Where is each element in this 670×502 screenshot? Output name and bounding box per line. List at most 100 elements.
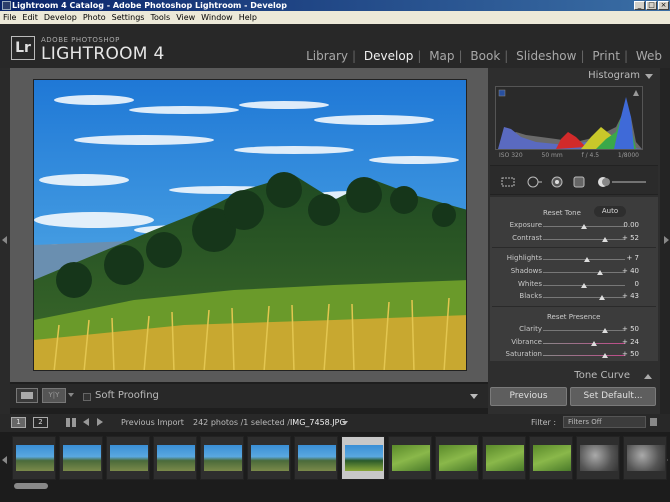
menu-file[interactable]: File bbox=[0, 11, 19, 24]
filmstrip-thumbnail[interactable] bbox=[59, 436, 103, 480]
slider-track-saturation[interactable] bbox=[543, 355, 625, 356]
screen-1-button[interactable]: 1 bbox=[11, 417, 26, 428]
module-slideshow[interactable]: Slideshow bbox=[516, 49, 576, 63]
set-default-button[interactable]: Set Default... bbox=[570, 387, 656, 406]
slider-handle-vibrance[interactable] bbox=[590, 341, 597, 346]
slider-value-whites[interactable]: 0 bbox=[617, 280, 639, 288]
filter-select[interactable]: Filters Off bbox=[563, 416, 646, 428]
slider-handle-blacks[interactable] bbox=[599, 295, 606, 300]
thumbnail-image bbox=[157, 445, 195, 471]
histogram-graph[interactable] bbox=[495, 86, 643, 150]
filmstrip-thumbnail[interactable] bbox=[623, 436, 667, 480]
menu-edit[interactable]: Edit bbox=[19, 11, 41, 24]
histogram-title[interactable]: Histogram bbox=[490, 70, 640, 81]
slider-handle-contrast[interactable] bbox=[602, 237, 609, 242]
right-panel-toggle-icon[interactable] bbox=[664, 236, 669, 244]
forward-arrow-icon[interactable] bbox=[97, 418, 103, 426]
loupe-icon bbox=[21, 392, 33, 399]
slider-handle-exposure[interactable] bbox=[581, 224, 587, 229]
menu-develop[interactable]: Develop bbox=[41, 11, 80, 24]
menu-tools[interactable]: Tools bbox=[147, 11, 173, 24]
iso-value: ISO 320 bbox=[499, 152, 523, 159]
filter-lock-icon[interactable] bbox=[650, 418, 657, 426]
thumbnail-image bbox=[16, 445, 54, 471]
filmstrip-scroll-left-icon[interactable] bbox=[2, 456, 7, 464]
slider-handle-clarity[interactable] bbox=[601, 328, 608, 333]
filmstrip-thumbnail[interactable] bbox=[106, 436, 150, 480]
red-eye-icon[interactable] bbox=[550, 176, 564, 188]
focal-length: 50 mm bbox=[541, 152, 563, 159]
module-develop[interactable]: Develop bbox=[364, 49, 413, 63]
filmstrip-thumbnail[interactable] bbox=[153, 436, 197, 480]
slider-value-vibrance[interactable]: + 24 bbox=[617, 338, 639, 346]
thumbnail-image bbox=[627, 445, 665, 471]
slider-value-shadows[interactable]: + 40 bbox=[617, 267, 639, 275]
menu-view[interactable]: View bbox=[173, 11, 198, 24]
soft-proofing-checkbox[interactable] bbox=[83, 393, 91, 401]
menu-window[interactable]: Window bbox=[198, 11, 236, 24]
slider-value-exposure[interactable]: 0.00 bbox=[617, 221, 639, 229]
graduated-filter-icon[interactable] bbox=[572, 176, 586, 188]
slider-value-clarity[interactable]: + 50 bbox=[617, 325, 639, 333]
slider-label-blacks: Blacks bbox=[519, 292, 542, 300]
filmstrip-thumbnail[interactable] bbox=[529, 436, 573, 480]
filmstrip-thumbnail[interactable] bbox=[200, 436, 244, 480]
source-dropdown-icon[interactable] bbox=[342, 421, 348, 425]
slider-handle-whites[interactable] bbox=[581, 283, 587, 288]
auto-tone-button[interactable]: Auto bbox=[594, 206, 626, 217]
screen-2-button[interactable]: 2 bbox=[33, 417, 48, 428]
adjustment-brush-icon[interactable] bbox=[598, 176, 648, 188]
filmstrip-thumbnail[interactable] bbox=[435, 436, 479, 480]
module-map[interactable]: Map bbox=[429, 49, 454, 63]
slider-value-saturation[interactable]: + 50 bbox=[617, 350, 639, 358]
landscape-photo[interactable] bbox=[33, 79, 467, 371]
slider-value-contrast[interactable]: + 52 bbox=[617, 234, 639, 242]
module-library[interactable]: Library bbox=[306, 49, 348, 63]
slider-handle-saturation[interactable] bbox=[601, 353, 608, 358]
grid-view-icon[interactable] bbox=[66, 418, 76, 427]
menu-photo[interactable]: Photo bbox=[80, 11, 109, 24]
slider-handle-highlights[interactable] bbox=[584, 257, 591, 262]
filmstrip-thumbnail[interactable] bbox=[294, 436, 338, 480]
module-book[interactable]: Book bbox=[470, 49, 500, 63]
slider-track-shadows[interactable] bbox=[543, 272, 625, 273]
thumbnail-image bbox=[298, 445, 336, 471]
menu-help[interactable]: Help bbox=[236, 11, 260, 24]
previous-button[interactable]: Previous bbox=[490, 387, 567, 406]
filmstrip-thumbnail[interactable] bbox=[12, 436, 56, 480]
filmstrip-thumbnail[interactable] bbox=[576, 436, 620, 480]
toolbar-menu-icon[interactable] bbox=[470, 394, 478, 399]
slider-value-blacks[interactable]: + 43 bbox=[617, 292, 639, 300]
filmstrip-thumbnail[interactable] bbox=[482, 436, 526, 480]
menu-settings[interactable]: Settings bbox=[109, 11, 148, 24]
minimize-button[interactable]: _ bbox=[634, 1, 645, 10]
slider-value-highlights[interactable]: + 7 bbox=[617, 254, 639, 262]
filmstrip-thumbnail[interactable] bbox=[247, 436, 291, 480]
reset-presence-label[interactable]: Reset Presence bbox=[547, 313, 600, 321]
before-after-dropdown-icon[interactable] bbox=[68, 393, 74, 397]
collapse-histogram-icon[interactable] bbox=[645, 74, 653, 79]
before-after-button[interactable]: Y|Y bbox=[42, 388, 66, 403]
crop-icon[interactable] bbox=[500, 176, 516, 188]
left-panel-toggle-icon[interactable] bbox=[2, 236, 7, 244]
expand-tone-curve-icon[interactable] bbox=[644, 374, 652, 379]
slider-track-contrast[interactable] bbox=[543, 239, 625, 240]
filmstrip-scrollbar[interactable] bbox=[14, 483, 48, 489]
slider-handle-shadows[interactable] bbox=[597, 270, 604, 275]
filmstrip-thumbnail[interactable] bbox=[388, 436, 432, 480]
reset-tone-label[interactable]: Reset Tone bbox=[543, 209, 581, 217]
tone-curve-title[interactable]: Tone Curve bbox=[490, 370, 630, 381]
close-button[interactable]: × bbox=[658, 1, 669, 10]
slider-track-clarity[interactable] bbox=[543, 330, 625, 331]
maximize-button[interactable]: □ bbox=[646, 1, 657, 10]
module-web[interactable]: Web bbox=[636, 49, 662, 63]
loupe-view-button[interactable] bbox=[16, 388, 38, 403]
back-arrow-icon[interactable] bbox=[83, 418, 89, 426]
photo-count[interactable]: 242 photos /1 selected /IMG_7458.JPG bbox=[193, 418, 346, 427]
module-print[interactable]: Print bbox=[592, 49, 620, 63]
slider-track-vibrance[interactable] bbox=[543, 343, 625, 344]
filmstrip-thumbnail[interactable] bbox=[341, 436, 385, 480]
slider-track-blacks[interactable] bbox=[543, 297, 625, 298]
source-label[interactable]: Previous Import bbox=[121, 418, 184, 427]
spot-removal-icon[interactable] bbox=[526, 176, 542, 188]
